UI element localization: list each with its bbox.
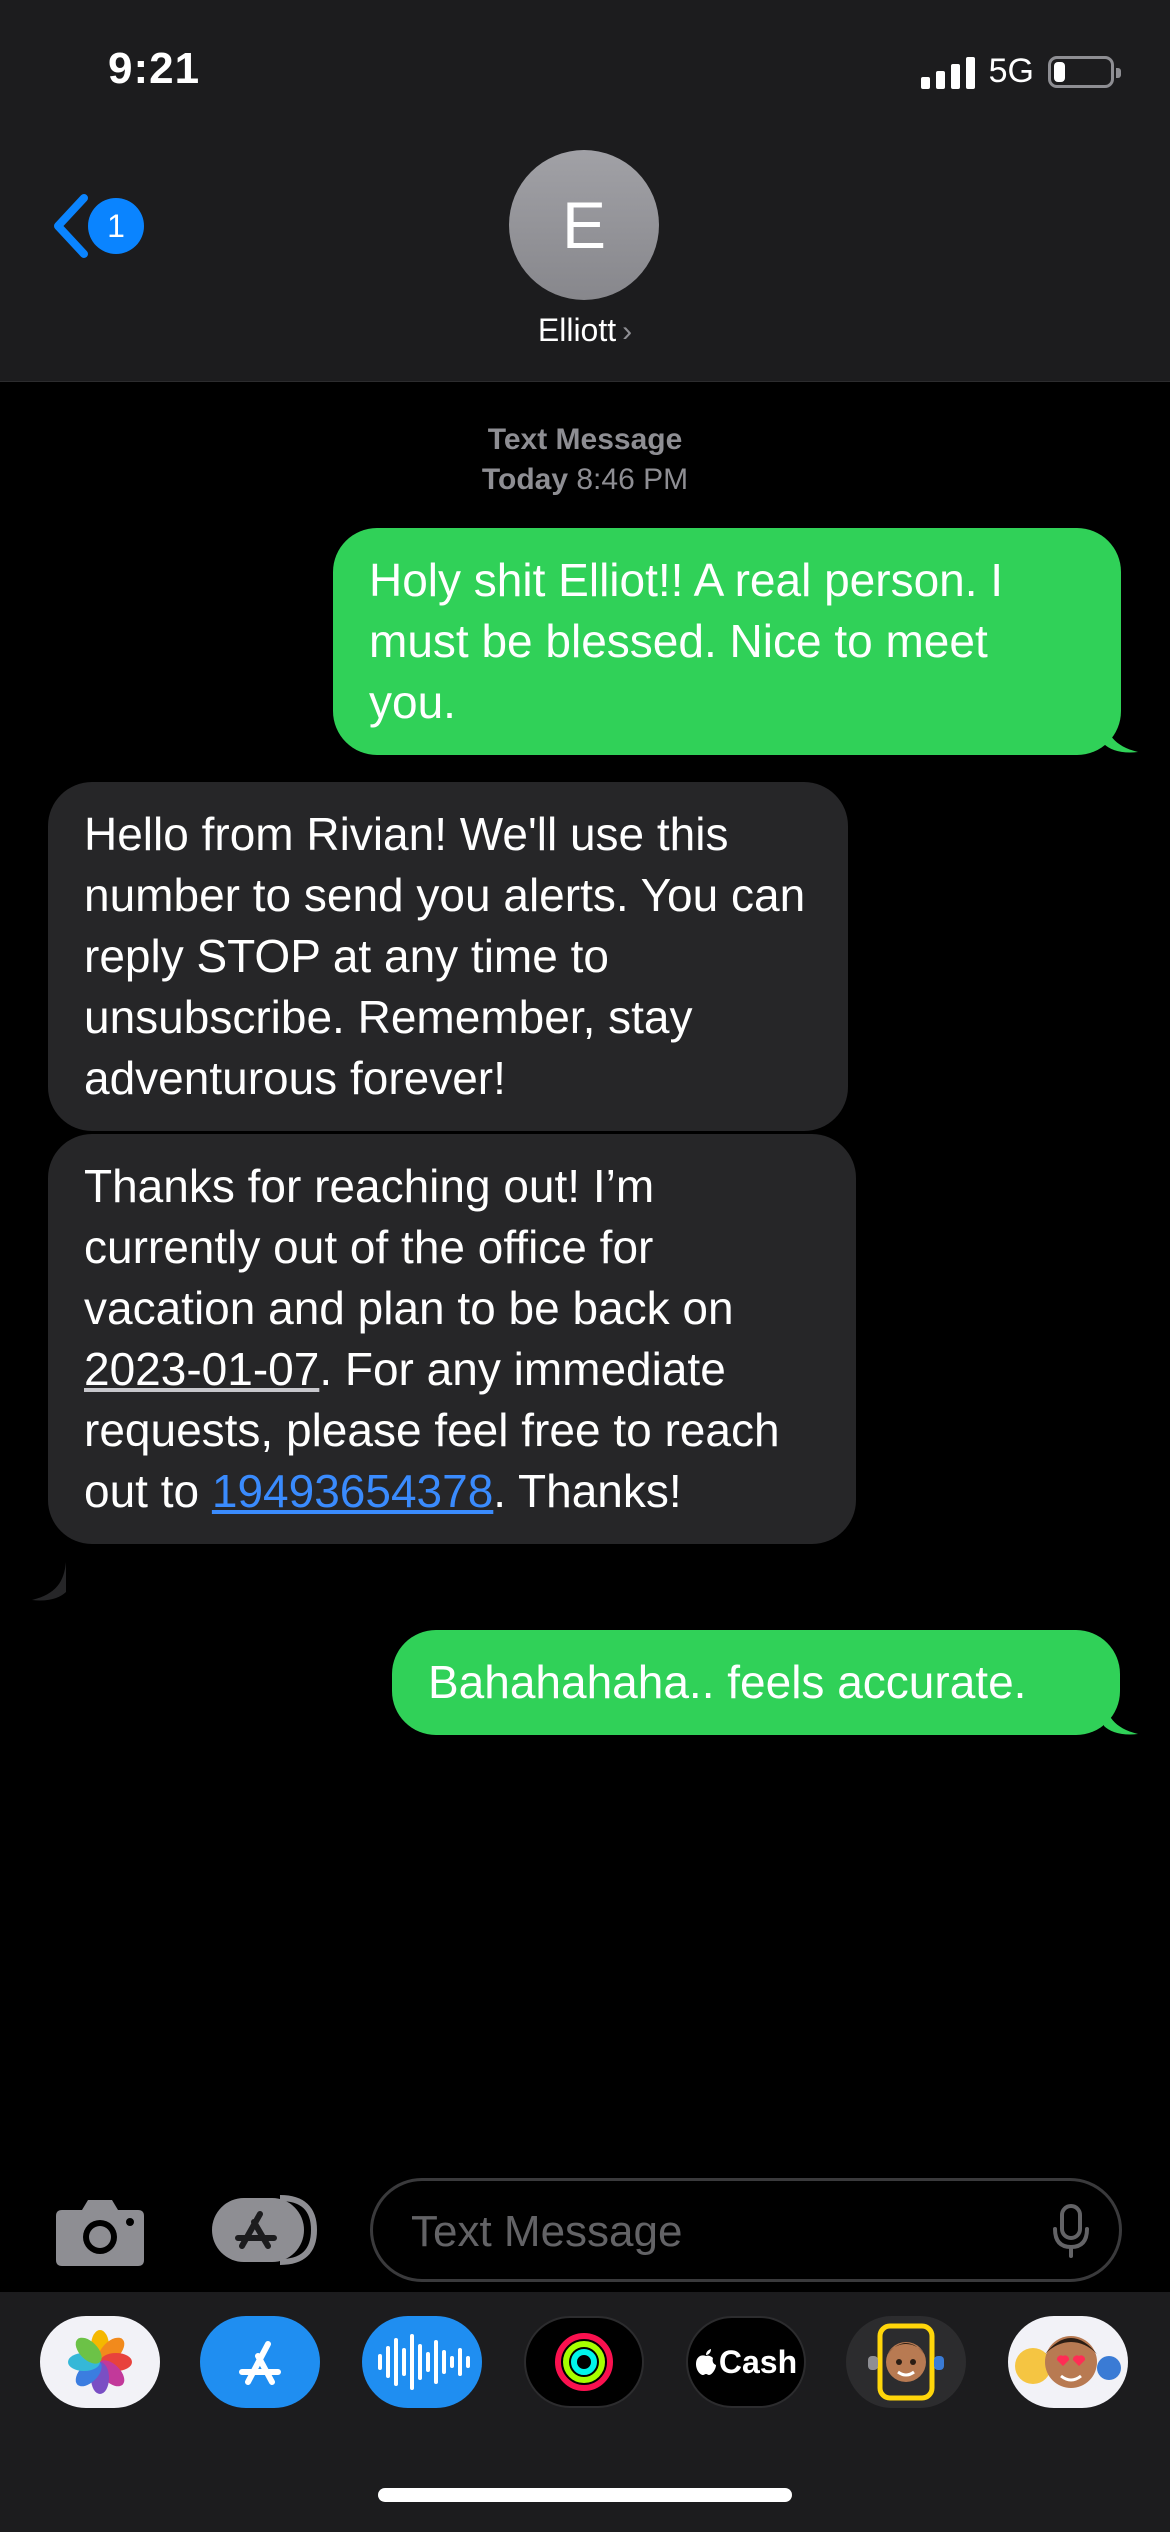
received-message-bubble[interactable]: Hello from Rivian! We'll use this number… <box>48 782 848 1131</box>
phone-number-link[interactable]: 19493654378 <box>212 1465 493 1517</box>
activity-rings-icon[interactable] <box>524 2316 644 2408</box>
timestamp-time: 8:46 PM <box>576 463 689 496</box>
network-type: 5G <box>988 52 1034 90</box>
contact-name: Elliott <box>537 312 617 348</box>
conversation-header: 9:21 5G 1 E Elliott › <box>0 0 1170 382</box>
date-link[interactable]: 2023-01-07 <box>84 1343 319 1395</box>
memoji-stickers-icon[interactable] <box>1008 2316 1128 2408</box>
message-text: Hello from Rivian! We'll use this number… <box>84 808 806 1104</box>
message-input[interactable]: Text Message <box>370 2178 1122 2282</box>
message-text: Thanks for reaching out! I’m currently o… <box>84 1160 734 1334</box>
apple-cash-icon[interactable]: Cash <box>686 2316 806 2408</box>
service-label: Text Message <box>487 423 683 456</box>
back-button[interactable]: 1 <box>48 190 144 262</box>
photos-icon[interactable] <box>40 2316 160 2408</box>
message-text: Bahahahaha.. feels accurate. <box>428 1656 1027 1708</box>
unread-badge: 1 <box>88 198 144 254</box>
apple-cash-label: Cash <box>718 2343 798 2380</box>
audio-waveform-icon[interactable] <box>362 2316 482 2408</box>
app-store-icon[interactable] <box>200 2316 320 2408</box>
battery-level <box>1054 61 1065 82</box>
camera-icon[interactable] <box>52 2192 148 2268</box>
status-time: 9:21 <box>108 44 201 93</box>
status-indicators: 5G <box>920 52 1121 91</box>
chevron-right-icon: › <box>622 315 633 348</box>
battery-icon <box>1048 55 1121 88</box>
microphone-icon[interactable] <box>1051 2203 1091 2259</box>
memoji-icon[interactable] <box>846 2316 966 2408</box>
apple-logo-icon <box>695 2349 716 2375</box>
message-input-placeholder: Text Message <box>411 2207 683 2256</box>
bubble-tail <box>1104 1696 1138 1735</box>
sent-message-bubble[interactable]: Bahahahaha.. feels accurate. <box>392 1630 1120 1735</box>
conversation-timestamp: Text Message Today 8:46 PM <box>0 420 1170 500</box>
bubble-tail <box>32 1562 66 1601</box>
received-message-bubble[interactable]: Thanks for reaching out! I’m currently o… <box>48 1134 856 1544</box>
contact-name-button[interactable]: Elliott › <box>0 312 1170 349</box>
home-indicator[interactable] <box>378 2488 792 2502</box>
message-text: . Thanks! <box>493 1465 682 1517</box>
cellular-signal-icon <box>920 55 975 89</box>
timestamp-day: Today <box>481 463 569 496</box>
bubble-tail <box>1104 714 1138 753</box>
contact-avatar[interactable]: E <box>509 150 659 300</box>
app-store-icon[interactable] <box>208 2192 320 2268</box>
sent-message-bubble[interactable]: Holy shit Elliot!! A real person. I must… <box>333 528 1121 755</box>
message-text: Holy shit Elliot!! A real person. I must… <box>369 554 1004 728</box>
